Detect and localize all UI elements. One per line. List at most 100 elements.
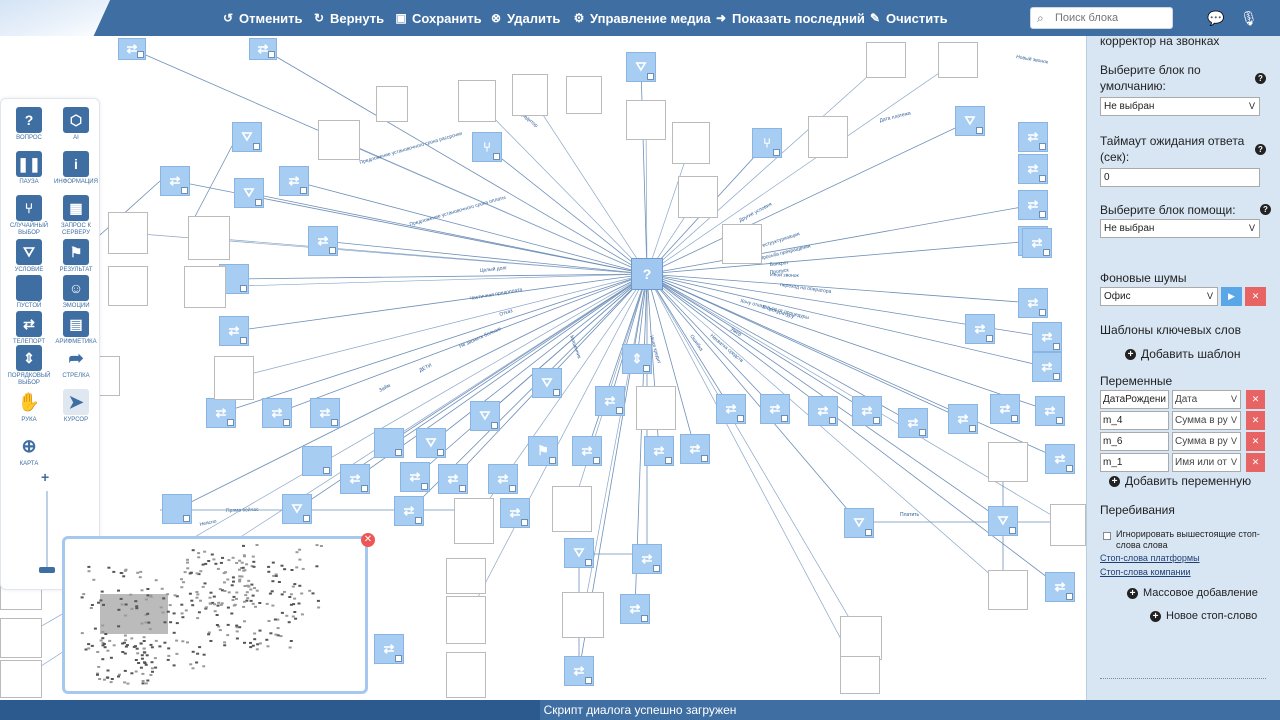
- delete-variable-button[interactable]: ✕: [1246, 411, 1265, 430]
- flow-block[interactable]: ⇄: [1018, 122, 1048, 152]
- flow-text-block[interactable]: [184, 266, 226, 308]
- clear-button[interactable]: ✎ Очистить: [869, 8, 948, 28]
- flow-block[interactable]: ⇄: [852, 396, 882, 426]
- chat-icon[interactable]: 💬: [1207, 10, 1224, 27]
- flow-block[interactable]: ⇄: [716, 394, 746, 424]
- tool-empty[interactable]: ПУСТОЙ: [6, 275, 52, 310]
- variable-type-select[interactable]: Имя или от V: [1172, 453, 1241, 472]
- flow-block[interactable]: ⑂: [472, 132, 502, 162]
- delete-variable-button[interactable]: ✕: [1246, 453, 1265, 472]
- show-last-button[interactable]: ➜ Показать последний: [715, 8, 865, 28]
- flow-block[interactable]: ⛛: [532, 368, 562, 398]
- flow-text-block[interactable]: [454, 498, 494, 544]
- flow-text-block[interactable]: [214, 356, 254, 400]
- tool-result[interactable]: ⚑ РЕЗУЛЬТАТ: [53, 239, 99, 274]
- tool-ordinal[interactable]: ⇕ ПОРЯДКОВЫЙ ВЫБОР: [6, 345, 52, 387]
- flow-block[interactable]: ⇄: [564, 656, 594, 686]
- flow-block[interactable]: ⇄: [1022, 228, 1052, 258]
- microphone-icon[interactable]: 🎙: [1240, 10, 1258, 27]
- flow-block[interactable]: ⇄: [1018, 288, 1048, 318]
- save-button[interactable]: ▣ Сохранить: [395, 8, 481, 28]
- flow-block[interactable]: [162, 494, 192, 524]
- tool-arithmetic[interactable]: ▤ АРИФМЕТИКА: [53, 311, 99, 346]
- flow-block[interactable]: ⇄: [760, 394, 790, 424]
- flow-block[interactable]: ⇄: [1045, 444, 1075, 474]
- bulk-add-button[interactable]: + Массовое добавление: [1127, 587, 1258, 599]
- flow-block[interactable]: ⇄: [279, 166, 309, 196]
- flow-text-block[interactable]: [636, 386, 676, 430]
- flow-block[interactable]: ⇄: [620, 594, 650, 624]
- flow-text-block[interactable]: [108, 266, 148, 306]
- flow-text-block[interactable]: [446, 652, 486, 698]
- zoom-in-icon[interactable]: +: [41, 469, 49, 485]
- search-input[interactable]: [1055, 12, 1170, 24]
- flow-block[interactable]: ⇄: [118, 38, 146, 60]
- flow-block[interactable]: ⇄: [1045, 572, 1075, 602]
- tool-emotion[interactable]: ☺ ЭМОЦИИ: [53, 275, 99, 310]
- flow-block[interactable]: ⇄: [400, 462, 430, 492]
- minimap-close-button[interactable]: ✕: [361, 533, 375, 547]
- undo-button[interactable]: ↺ Отменить: [222, 8, 303, 28]
- timeout-input[interactable]: [1100, 168, 1260, 187]
- flow-text-block[interactable]: [0, 618, 42, 658]
- flow-block[interactable]: ⛛: [282, 494, 312, 524]
- flow-block[interactable]: ⇄: [310, 398, 340, 428]
- flow-block[interactable]: ⛛: [955, 106, 985, 136]
- flow-block[interactable]: ⇄: [572, 436, 602, 466]
- flow-block[interactable]: ⚑: [528, 436, 558, 466]
- flow-text-block[interactable]: [672, 122, 710, 164]
- flow-text-block[interactable]: [376, 86, 408, 122]
- tool-random[interactable]: ⑂ СЛУЧАЙНЫЙ ВЫБОР: [6, 195, 52, 237]
- tool-arrow[interactable]: ➦ СТРЕЛКА: [53, 345, 99, 380]
- flow-block[interactable]: ⇄: [500, 498, 530, 528]
- flow-text-block[interactable]: [188, 216, 230, 260]
- variable-name-field[interactable]: ДатаРождени: [1100, 390, 1169, 409]
- flow-block[interactable]: ⇄: [965, 314, 995, 344]
- add-variable-button[interactable]: + Добавить переменную: [1109, 474, 1251, 488]
- tool-pause[interactable]: ❚❚ ПАУЗА: [6, 151, 52, 186]
- flow-block[interactable]: ⛛: [416, 428, 446, 458]
- variable-name-field[interactable]: m_1: [1100, 453, 1169, 472]
- tool-ai[interactable]: ⬡ AI: [53, 107, 99, 142]
- tool-map[interactable]: ⊕ КАРТА: [6, 433, 52, 468]
- flow-block[interactable]: ⛛: [564, 538, 594, 568]
- flow-block[interactable]: ⇄: [680, 434, 710, 464]
- tool-info[interactable]: i ИНФОРМАЦИЯ: [53, 151, 99, 186]
- flow-block[interactable]: [302, 446, 332, 476]
- flow-text-block[interactable]: [626, 100, 666, 140]
- flow-block[interactable]: ⛛: [988, 506, 1018, 536]
- flow-text-block[interactable]: [318, 120, 360, 160]
- flow-block[interactable]: ⛛: [232, 122, 262, 152]
- variable-name-field[interactable]: m_4: [1100, 411, 1169, 430]
- delete-variable-button[interactable]: ✕: [1246, 390, 1265, 409]
- flow-block[interactable]: ⇄: [644, 436, 674, 466]
- flow-block[interactable]: ⛛: [844, 508, 874, 538]
- delete-button[interactable]: ⊗ Удалить: [490, 8, 560, 28]
- flow-text-block[interactable]: [808, 116, 848, 158]
- help-icon[interactable]: ?: [1255, 144, 1266, 155]
- redo-button[interactable]: ↻ Вернуть: [313, 8, 384, 28]
- flow-block[interactable]: ⇄: [249, 38, 277, 60]
- flow-block[interactable]: ⇄: [340, 464, 370, 494]
- add-template-button[interactable]: + Добавить шаблон: [1125, 347, 1240, 361]
- flow-block[interactable]: ⇄: [948, 404, 978, 434]
- remove-noise-button[interactable]: ✕: [1245, 287, 1266, 306]
- flow-text-block[interactable]: [566, 76, 602, 114]
- flow-block[interactable]: ⇄: [1018, 154, 1048, 184]
- flow-block[interactable]: ⇄: [206, 398, 236, 428]
- flow-text-block[interactable]: [512, 74, 548, 116]
- flow-text-block[interactable]: [840, 616, 882, 660]
- flow-text-block[interactable]: [1050, 504, 1086, 546]
- help-icon[interactable]: ?: [1255, 73, 1266, 84]
- ignore-stopwords-checkbox[interactable]: [1103, 532, 1111, 540]
- flow-text-block[interactable]: [446, 596, 486, 644]
- flow-text-block[interactable]: [0, 660, 42, 698]
- flow-block[interactable]: ⇄: [488, 464, 518, 494]
- flow-block[interactable]: ⇄: [632, 544, 662, 574]
- flow-block[interactable]: ⇄: [1032, 322, 1062, 352]
- tool-condition[interactable]: ⛛ УСЛОВИЕ: [6, 239, 52, 274]
- flow-text-block[interactable]: [840, 656, 880, 694]
- flow-block[interactable]: ⇄: [308, 226, 338, 256]
- flow-block[interactable]: ⛛: [626, 52, 656, 82]
- tool-teleport[interactable]: ⇄ ТЕЛЕПОРТ: [6, 311, 52, 346]
